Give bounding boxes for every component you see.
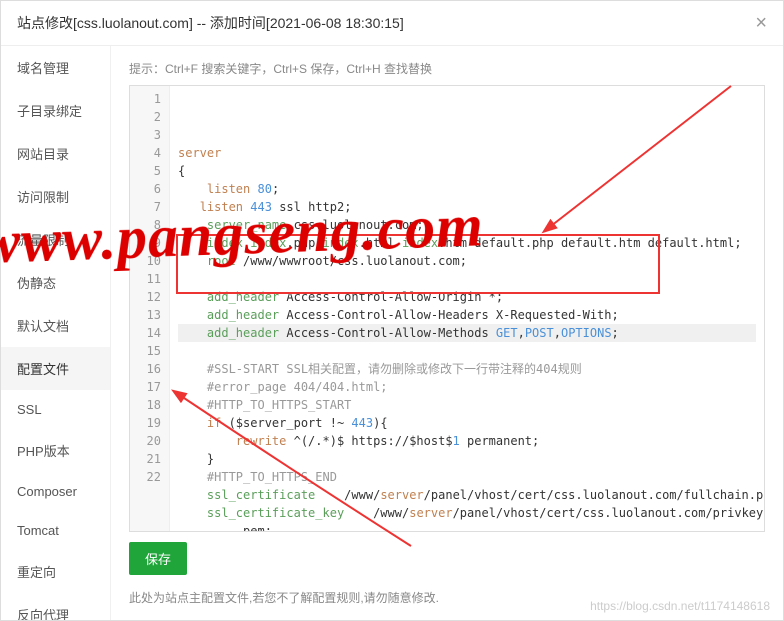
sidebar-item-3[interactable]: 访问限制: [1, 175, 110, 218]
sidebar-item-6[interactable]: 默认文档: [1, 304, 110, 347]
line-number: 13: [130, 306, 161, 324]
sidebar-item-1[interactable]: 子目录绑定: [1, 89, 110, 132]
code-line[interactable]: #error_page 404/404.html;: [178, 378, 756, 396]
line-number: 7: [130, 198, 161, 216]
sidebar-item-13[interactable]: 反向代理: [1, 593, 110, 620]
code-line[interactable]: #HTTP_TO_HTTPS_END: [178, 468, 756, 486]
sidebar-item-12[interactable]: 重定向: [1, 550, 110, 593]
modal-body: 域名管理子目录绑定网站目录访问限制流量限制伪静态默认文档配置文件SSLPHP版本…: [1, 46, 783, 620]
code-area[interactable]: server{ listen 80; listen 443 ssl http2;…: [170, 86, 764, 531]
code-line[interactable]: }: [178, 450, 756, 468]
sidebar-item-11[interactable]: Tomcat: [1, 511, 110, 550]
line-number: 11: [130, 270, 161, 288]
line-number: 4: [130, 144, 161, 162]
code-editor[interactable]: 12345678910111213141516171819202122 serv…: [129, 85, 765, 532]
code-line[interactable]: ssl_certificate /www/server/panel/vhost/…: [178, 486, 756, 504]
line-number: 9: [130, 234, 161, 252]
sidebar-item-8[interactable]: SSL: [1, 390, 110, 429]
line-number: 5: [130, 162, 161, 180]
sidebar-item-10[interactable]: Composer: [1, 472, 110, 511]
save-button[interactable]: 保存: [129, 542, 187, 575]
code-line[interactable]: server: [178, 144, 756, 162]
code-line[interactable]: add_header Access-Control-Allow-Origin *…: [178, 288, 756, 306]
code-line[interactable]: root /www/wwwroot/css.luolanout.com;: [178, 252, 756, 270]
line-number: 19: [130, 414, 161, 432]
line-number: 8: [130, 216, 161, 234]
config-note: 此处为站点主配置文件,若您不了解配置规则,请勿随意修改.: [129, 589, 765, 606]
code-line[interactable]: server_name css.luolanout.com;: [178, 216, 756, 234]
code-line[interactable]: #SSL-START SSL相关配置，请勿删除或修改下一行带注释的404规则: [178, 360, 756, 378]
sidebar: 域名管理子目录绑定网站目录访问限制流量限制伪静态默认文档配置文件SSLPHP版本…: [1, 46, 111, 620]
hint-text: 提示：Ctrl+F 搜索关键字，Ctrl+S 保存，Ctrl+H 查找替换: [129, 60, 765, 77]
code-line[interactable]: ssl_certificate_key /www/server/panel/vh…: [178, 504, 756, 522]
line-number: 15: [130, 342, 161, 360]
code-line[interactable]: if ($server_port !~ 443){: [178, 414, 756, 432]
code-line[interactable]: index index.php index.html index.htm def…: [178, 234, 756, 252]
line-number: 10: [130, 252, 161, 270]
sidebar-item-0[interactable]: 域名管理: [1, 46, 110, 89]
main-panel: 提示：Ctrl+F 搜索关键字，Ctrl+S 保存，Ctrl+H 查找替换 12…: [111, 46, 783, 620]
code-line[interactable]: add_header Access-Control-Allow-Methods …: [178, 324, 756, 342]
code-line[interactable]: #HTTP_TO_HTTPS_START: [178, 396, 756, 414]
modal-title: 站点修改[css.luolanout.com] -- 添加时间[2021-06-…: [17, 13, 404, 33]
line-gutter: 12345678910111213141516171819202122: [130, 86, 170, 531]
code-line[interactable]: listen 443 ssl http2;: [178, 198, 756, 216]
sidebar-item-7[interactable]: 配置文件: [1, 347, 110, 390]
code-line[interactable]: add_header Access-Control-Allow-Headers …: [178, 306, 756, 324]
line-number: 14: [130, 324, 161, 342]
line-number: 16: [130, 360, 161, 378]
line-number: 12: [130, 288, 161, 306]
code-line[interactable]: [178, 342, 756, 360]
line-number: 17: [130, 378, 161, 396]
sidebar-item-9[interactable]: PHP版本: [1, 429, 110, 472]
sidebar-item-5[interactable]: 伪静态: [1, 261, 110, 304]
code-line[interactable]: rewrite ^(/.*)$ https://$host$1 permanen…: [178, 432, 756, 450]
line-number: 22: [130, 468, 161, 486]
line-number: 18: [130, 396, 161, 414]
line-number: 2: [130, 108, 161, 126]
line-number: 21: [130, 450, 161, 468]
sidebar-item-4[interactable]: 流量限制: [1, 218, 110, 261]
modal-header: 站点修改[css.luolanout.com] -- 添加时间[2021-06-…: [1, 1, 783, 46]
close-icon[interactable]: ×: [755, 13, 767, 33]
line-number: 6: [130, 180, 161, 198]
code-line[interactable]: [178, 270, 756, 288]
line-number: 1: [130, 90, 161, 108]
line-number: 3: [130, 126, 161, 144]
code-line[interactable]: .pem;: [178, 522, 756, 531]
modal: 站点修改[css.luolanout.com] -- 添加时间[2021-06-…: [0, 0, 784, 621]
line-number: 20: [130, 432, 161, 450]
sidebar-item-2[interactable]: 网站目录: [1, 132, 110, 175]
code-line[interactable]: {: [178, 162, 756, 180]
code-line[interactable]: listen 80;: [178, 180, 756, 198]
